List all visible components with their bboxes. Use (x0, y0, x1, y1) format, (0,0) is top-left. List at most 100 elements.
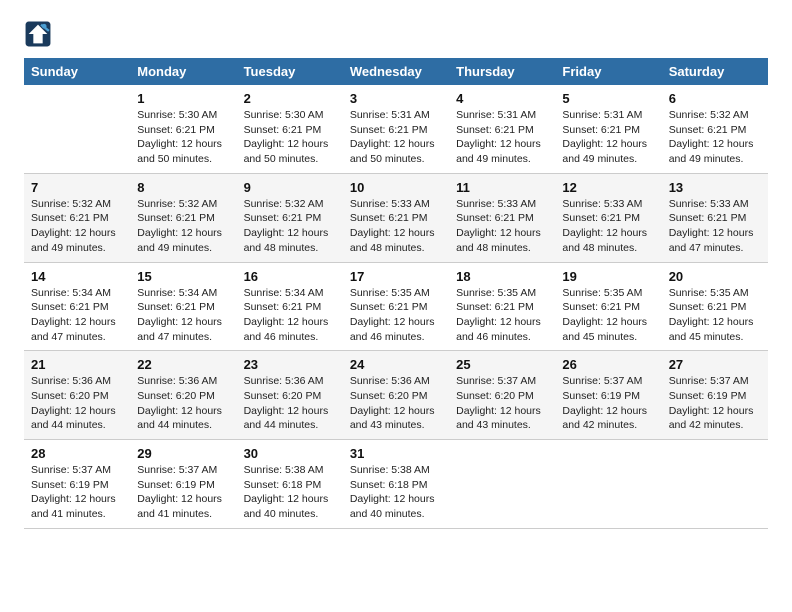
day-info: Sunrise: 5:33 AMSunset: 6:21 PMDaylight:… (669, 197, 761, 256)
calendar-cell: 11 Sunrise: 5:33 AMSunset: 6:21 PMDayligh… (449, 173, 555, 262)
page-header (24, 20, 768, 48)
calendar-cell: 3 Sunrise: 5:31 AMSunset: 6:21 PMDaylight… (343, 85, 449, 173)
calendar-cell: 17 Sunrise: 5:35 AMSunset: 6:21 PMDayligh… (343, 262, 449, 351)
day-number: 6 (669, 91, 761, 106)
calendar-week-2: 7 Sunrise: 5:32 AMSunset: 6:21 PMDaylight… (24, 173, 768, 262)
header-friday: Friday (555, 58, 661, 85)
day-number: 1 (137, 91, 229, 106)
calendar-cell: 30 Sunrise: 5:38 AMSunset: 6:18 PMDayligh… (237, 440, 343, 529)
day-info: Sunrise: 5:31 AMSunset: 6:21 PMDaylight:… (562, 108, 654, 167)
calendar-cell: 22Sunrise: 5:36 AMSunset: 6:20 PMDayligh… (130, 351, 236, 440)
day-info: Sunrise: 5:37 AMSunset: 6:19 PMDaylight:… (669, 374, 761, 433)
calendar-cell: 18 Sunrise: 5:35 AMSunset: 6:21 PMDayligh… (449, 262, 555, 351)
calendar-cell (555, 440, 661, 529)
calendar-header-row: SundayMondayTuesdayWednesdayThursdayFrid… (24, 58, 768, 85)
logo (24, 20, 56, 48)
day-number: 11 (456, 180, 548, 195)
calendar-cell: 8 Sunrise: 5:32 AMSunset: 6:21 PMDaylight… (130, 173, 236, 262)
day-number: 5 (562, 91, 654, 106)
day-info: Sunrise: 5:32 AMSunset: 6:21 PMDaylight:… (669, 108, 761, 167)
calendar-cell: 5 Sunrise: 5:31 AMSunset: 6:21 PMDaylight… (555, 85, 661, 173)
calendar-cell: 19 Sunrise: 5:35 AMSunset: 6:21 PMDayligh… (555, 262, 661, 351)
day-info: Sunrise: 5:30 AMSunset: 6:21 PMDaylight:… (137, 108, 229, 167)
day-info: Sunrise: 5:31 AMSunset: 6:21 PMDaylight:… (350, 108, 442, 167)
day-number: 16 (244, 269, 336, 284)
day-info: Sunrise: 5:36 AMSunset: 6:20 PMDaylight:… (350, 374, 442, 433)
day-info: Sunrise: 5:34 AMSunset: 6:21 PMDaylight:… (244, 286, 336, 345)
day-number: 12 (562, 180, 654, 195)
day-info: Sunrise: 5:38 AMSunset: 6:18 PMDaylight:… (244, 463, 336, 522)
calendar-week-3: 14Sunrise: 5:34 AMSunset: 6:21 PMDayligh… (24, 262, 768, 351)
day-number: 2 (244, 91, 336, 106)
day-number: 13 (669, 180, 761, 195)
day-number: 30 (244, 446, 336, 461)
calendar-cell: 15 Sunrise: 5:34 AMSunset: 6:21 PMDayligh… (130, 262, 236, 351)
day-info: Sunrise: 5:37 AMSunset: 6:19 PMDaylight:… (31, 463, 123, 522)
header-thursday: Thursday (449, 58, 555, 85)
day-info: Sunrise: 5:32 AMSunset: 6:21 PMDaylight:… (244, 197, 336, 256)
day-number: 17 (350, 269, 442, 284)
day-info: Sunrise: 5:32 AMSunset: 6:21 PMDaylight:… (137, 197, 229, 256)
day-number: 10 (350, 180, 442, 195)
calendar-cell: 10 Sunrise: 5:33 AMSunset: 6:21 PMDayligh… (343, 173, 449, 262)
calendar-cell: 25Sunrise: 5:37 AMSunset: 6:20 PMDayligh… (449, 351, 555, 440)
day-info: Sunrise: 5:35 AMSunset: 6:21 PMDaylight:… (562, 286, 654, 345)
calendar-cell: 26 Sunrise: 5:37 AMSunset: 6:19 PMDayligh… (555, 351, 661, 440)
calendar-cell: 4Sunrise: 5:31 AMSunset: 6:21 PMDaylight… (449, 85, 555, 173)
calendar-cell: 20 Sunrise: 5:35 AMSunset: 6:21 PMDayligh… (662, 262, 768, 351)
calendar-cell: 14Sunrise: 5:34 AMSunset: 6:21 PMDayligh… (24, 262, 130, 351)
header-wednesday: Wednesday (343, 58, 449, 85)
day-number: 26 (562, 357, 654, 372)
calendar-cell: 9 Sunrise: 5:32 AMSunset: 6:21 PMDaylight… (237, 173, 343, 262)
day-number: 29 (137, 446, 229, 461)
calendar-cell: 13 Sunrise: 5:33 AMSunset: 6:21 PMDayligh… (662, 173, 768, 262)
day-number: 8 (137, 180, 229, 195)
logo-icon (24, 20, 52, 48)
day-info: Sunrise: 5:37 AMSunset: 6:19 PMDaylight:… (562, 374, 654, 433)
calendar-cell: 21 Sunrise: 5:36 AMSunset: 6:20 PMDayligh… (24, 351, 130, 440)
calendar-cell: 27 Sunrise: 5:37 AMSunset: 6:19 PMDayligh… (662, 351, 768, 440)
day-number: 9 (244, 180, 336, 195)
header-monday: Monday (130, 58, 236, 85)
day-info: Sunrise: 5:33 AMSunset: 6:21 PMDaylight:… (456, 197, 548, 256)
day-number: 25 (456, 357, 548, 372)
day-info: Sunrise: 5:36 AMSunset: 6:20 PMDaylight:… (137, 374, 229, 433)
day-number: 20 (669, 269, 761, 284)
calendar-cell: 23 Sunrise: 5:36 AMSunset: 6:20 PMDayligh… (237, 351, 343, 440)
calendar-cell: 7 Sunrise: 5:32 AMSunset: 6:21 PMDaylight… (24, 173, 130, 262)
day-number: 23 (244, 357, 336, 372)
day-info: Sunrise: 5:34 AMSunset: 6:21 PMDaylight:… (137, 286, 229, 345)
day-number: 15 (137, 269, 229, 284)
day-number: 27 (669, 357, 761, 372)
day-number: 21 (31, 357, 123, 372)
calendar-cell: 2Sunrise: 5:30 AMSunset: 6:21 PMDaylight… (237, 85, 343, 173)
calendar-cell: 28 Sunrise: 5:37 AMSunset: 6:19 PMDayligh… (24, 440, 130, 529)
calendar-week-4: 21 Sunrise: 5:36 AMSunset: 6:20 PMDayligh… (24, 351, 768, 440)
header-sunday: Sunday (24, 58, 130, 85)
calendar-cell: 12 Sunrise: 5:33 AMSunset: 6:21 PMDayligh… (555, 173, 661, 262)
day-number: 28 (31, 446, 123, 461)
header-tuesday: Tuesday (237, 58, 343, 85)
day-info: Sunrise: 5:33 AMSunset: 6:21 PMDaylight:… (350, 197, 442, 256)
calendar-cell: 16 Sunrise: 5:34 AMSunset: 6:21 PMDayligh… (237, 262, 343, 351)
day-info: Sunrise: 5:35 AMSunset: 6:21 PMDaylight:… (669, 286, 761, 345)
calendar-table: SundayMondayTuesdayWednesdayThursdayFrid… (24, 58, 768, 529)
day-info: Sunrise: 5:33 AMSunset: 6:21 PMDaylight:… (562, 197, 654, 256)
day-info: Sunrise: 5:35 AMSunset: 6:21 PMDaylight:… (456, 286, 548, 345)
calendar-cell: 6 Sunrise: 5:32 AMSunset: 6:21 PMDaylight… (662, 85, 768, 173)
day-info: Sunrise: 5:36 AMSunset: 6:20 PMDaylight:… (244, 374, 336, 433)
day-info: Sunrise: 5:32 AMSunset: 6:21 PMDaylight:… (31, 197, 123, 256)
day-number: 19 (562, 269, 654, 284)
day-number: 4 (456, 91, 548, 106)
day-info: Sunrise: 5:36 AMSunset: 6:20 PMDaylight:… (31, 374, 123, 433)
day-number: 7 (31, 180, 123, 195)
day-number: 18 (456, 269, 548, 284)
calendar-cell (24, 85, 130, 173)
calendar-cell (662, 440, 768, 529)
day-info: Sunrise: 5:34 AMSunset: 6:21 PMDaylight:… (31, 286, 123, 345)
calendar-cell: 31Sunrise: 5:38 AMSunset: 6:18 PMDayligh… (343, 440, 449, 529)
day-number: 24 (350, 357, 442, 372)
day-info: Sunrise: 5:35 AMSunset: 6:21 PMDaylight:… (350, 286, 442, 345)
day-number: 3 (350, 91, 442, 106)
calendar-week-5: 28 Sunrise: 5:37 AMSunset: 6:19 PMDayligh… (24, 440, 768, 529)
